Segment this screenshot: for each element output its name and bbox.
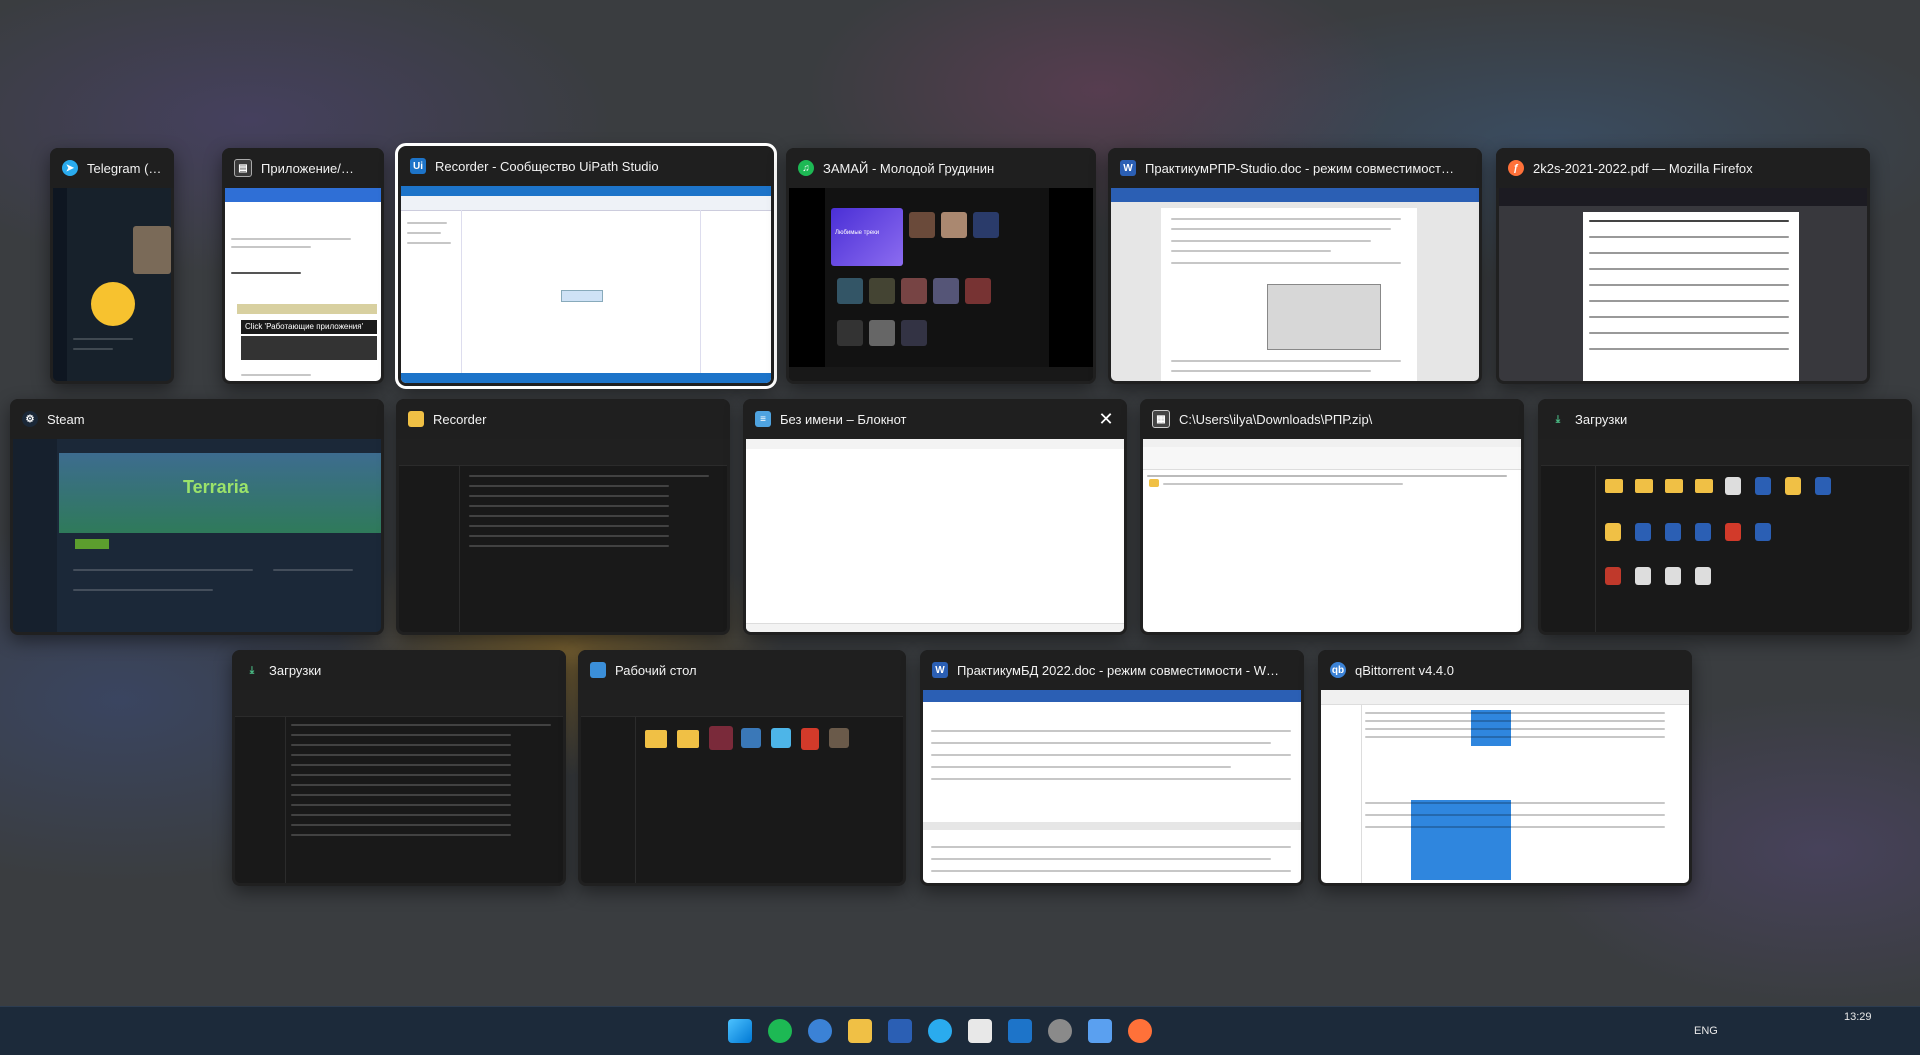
window-thumbnail-desktop[interactable]: Рабочий стол bbox=[578, 650, 906, 886]
window-preview: Click 'Работающие приложения' bbox=[225, 188, 381, 381]
folder-icon bbox=[408, 411, 424, 427]
window-title: Telegram (121… bbox=[87, 160, 162, 176]
window-preview bbox=[1111, 188, 1479, 381]
window-thumbnail-explorer-recorder[interactable]: Recorder bbox=[396, 399, 730, 635]
window-thumbnail-app[interactable]: ▤ Приложение/… Click 'Работающие приложе… bbox=[222, 148, 384, 384]
window-preview bbox=[581, 690, 903, 883]
pen-icon[interactable] bbox=[1048, 1019, 1072, 1043]
window-preview bbox=[923, 690, 1301, 883]
thumbnail-titlebar: ♫ ЗАМАЙ - Молодой Грудинин bbox=[786, 148, 1096, 188]
window-title: Загрузки bbox=[269, 662, 322, 678]
window-preview bbox=[1143, 439, 1521, 632]
window-thumbnail-qbittorrent[interactable]: qb qBittorrent v4.4.0 bbox=[1318, 650, 1692, 886]
window-thumbnail-notepad[interactable]: ≡ Без имени – Блокнот ✕ bbox=[743, 399, 1127, 635]
thumbnail-titlebar: W ПрактикумРПР-Studio.doc - режим совмес… bbox=[1108, 148, 1482, 188]
window-preview bbox=[235, 690, 563, 883]
clock[interactable]: 13:29 bbox=[1844, 1011, 1872, 1023]
calendar-icon[interactable] bbox=[1088, 1019, 1112, 1043]
thumbnail-titlebar: qb qBittorrent v4.4.0 bbox=[1318, 650, 1692, 690]
window-title: ЗАМАЙ - Молодой Грудинин bbox=[823, 160, 995, 176]
window-preview: Любимые треки bbox=[789, 188, 1093, 381]
window-title: Без имени – Блокнот bbox=[780, 411, 907, 427]
window-thumbnail-downloads-2[interactable]: ⤓ Загрузки bbox=[232, 650, 566, 886]
close-icon[interactable]: ✕ bbox=[1097, 409, 1115, 430]
uipath-banner: Click 'Работающие приложения' bbox=[241, 320, 377, 334]
window-thumbnail-downloads[interactable]: ⤓ Загрузки bbox=[1538, 399, 1912, 635]
download-icon: ⤓ bbox=[1555, 413, 1561, 425]
windows-start-icon[interactable] bbox=[728, 1019, 752, 1043]
window-title: Recorder bbox=[433, 411, 487, 427]
window-preview bbox=[53, 188, 171, 381]
thumbnail-titlebar: ➤ Telegram (121… bbox=[50, 148, 174, 188]
window-title: Steam bbox=[47, 411, 85, 427]
window-preview: Terraria bbox=[13, 439, 381, 632]
window-title: Рабочий стол bbox=[615, 662, 697, 678]
window-title: Загрузки bbox=[1575, 411, 1628, 427]
thumbnail-titlebar: ≡ Без имени – Блокнот ✕ bbox=[743, 399, 1127, 439]
window-thumbnail-archive[interactable]: ▦ C:\Users\ilya\Downloads\РПР.zip\ bbox=[1140, 399, 1524, 635]
window-thumbnail-telegram[interactable]: ➤ Telegram (121… bbox=[50, 148, 174, 384]
spotify-liked-label: Любимые треки bbox=[835, 230, 880, 236]
window-thumbnail-firefox[interactable]: ƒ 2k2s-2021-2022.pdf — Mozilla Firefox bbox=[1496, 148, 1870, 384]
thumbnail-titlebar: Рабочий стол bbox=[578, 650, 906, 690]
folder-icon[interactable] bbox=[848, 1019, 872, 1043]
window-title: C:\Users\ilya\Downloads\РПР.zip\ bbox=[1179, 411, 1373, 427]
app-icon: ▤ bbox=[234, 159, 252, 177]
thumbnail-titlebar: ƒ 2k2s-2021-2022.pdf — Mozilla Firefox bbox=[1496, 148, 1870, 188]
window-preview bbox=[401, 186, 771, 383]
window-preview bbox=[399, 439, 727, 632]
firefox-icon: ƒ bbox=[1508, 160, 1524, 176]
window-title: ПрактикумРПР-Studio.doc - режим совмести… bbox=[1145, 160, 1454, 176]
window-preview bbox=[1321, 690, 1689, 883]
word-icon: W bbox=[1120, 160, 1136, 176]
steam-game-title: Terraria bbox=[183, 477, 249, 497]
banner-text: Click 'Работающие приложения' bbox=[245, 322, 364, 331]
qbittorrent-icon[interactable] bbox=[808, 1019, 832, 1043]
qbittorrent-icon: qb bbox=[1330, 662, 1346, 678]
window-thumbnail-uipath-recorder[interactable]: Ui Recorder - Сообщество UiPath Studio bbox=[395, 143, 777, 389]
download-icon: ⤓ bbox=[249, 664, 255, 676]
steam-icon: ⚙ bbox=[22, 411, 38, 427]
uipath-icon: Ui bbox=[410, 158, 426, 174]
window-thumbnail-word-bd[interactable]: W ПрактикумБД 2022.doc - режим совместим… bbox=[920, 650, 1304, 886]
notepad-icon: ≡ bbox=[755, 411, 771, 427]
window-preview bbox=[1499, 188, 1867, 381]
thumbnail-titlebar: Recorder bbox=[396, 399, 730, 439]
taskbar: ENG 13:29 bbox=[0, 1006, 1920, 1055]
spotify-icon: ♫ bbox=[798, 160, 814, 176]
window-title: Recorder - Сообщество UiPath Studio bbox=[435, 158, 659, 174]
thumbnail-titlebar: ⤓ Загрузки bbox=[232, 650, 566, 690]
window-title: ПрактикумБД 2022.doc - режим совместимос… bbox=[957, 662, 1280, 678]
telegram-icon[interactable] bbox=[928, 1019, 952, 1043]
telegram-icon: ➤ bbox=[62, 160, 78, 176]
thumbnail-titlebar: W ПрактикумБД 2022.doc - режим совместим… bbox=[920, 650, 1304, 690]
word-icon: W bbox=[932, 662, 948, 678]
thumbnail-titlebar: ▤ Приложение/… bbox=[222, 148, 384, 188]
thumbnail-titlebar: Ui Recorder - Сообщество UiPath Studio bbox=[398, 146, 774, 186]
language-indicator[interactable]: ENG bbox=[1694, 1025, 1718, 1037]
word-icon[interactable] bbox=[888, 1019, 912, 1043]
archive-icon: ▦ bbox=[1152, 410, 1170, 428]
desktop-icon bbox=[590, 662, 606, 678]
window-title: qBittorrent v4.4.0 bbox=[1355, 662, 1454, 678]
thumbnail-titlebar: ⚙ Steam bbox=[10, 399, 384, 439]
window-title: 2k2s-2021-2022.pdf — Mozilla Firefox bbox=[1533, 160, 1753, 176]
window-thumbnail-steam[interactable]: ⚙ Steam Terraria bbox=[10, 399, 384, 635]
firefox-icon[interactable] bbox=[1128, 1019, 1152, 1043]
window-title: Приложение/… bbox=[261, 160, 354, 176]
window-preview bbox=[1541, 439, 1909, 632]
archive-icon[interactable] bbox=[968, 1019, 992, 1043]
thumbnail-titlebar: ⤓ Загрузки bbox=[1538, 399, 1912, 439]
window-thumbnail-spotify[interactable]: ♫ ЗАМАЙ - Молодой Грудинин Любимые треки bbox=[786, 148, 1096, 384]
spotify-icon[interactable] bbox=[768, 1019, 792, 1043]
thumbnail-titlebar: ▦ C:\Users\ilya\Downloads\РПР.zip\ bbox=[1140, 399, 1524, 439]
uipath-icon[interactable] bbox=[1008, 1019, 1032, 1043]
window-thumbnail-word-rpr[interactable]: W ПрактикумРПР-Studio.doc - режим совмес… bbox=[1108, 148, 1482, 384]
window-preview bbox=[746, 439, 1124, 632]
